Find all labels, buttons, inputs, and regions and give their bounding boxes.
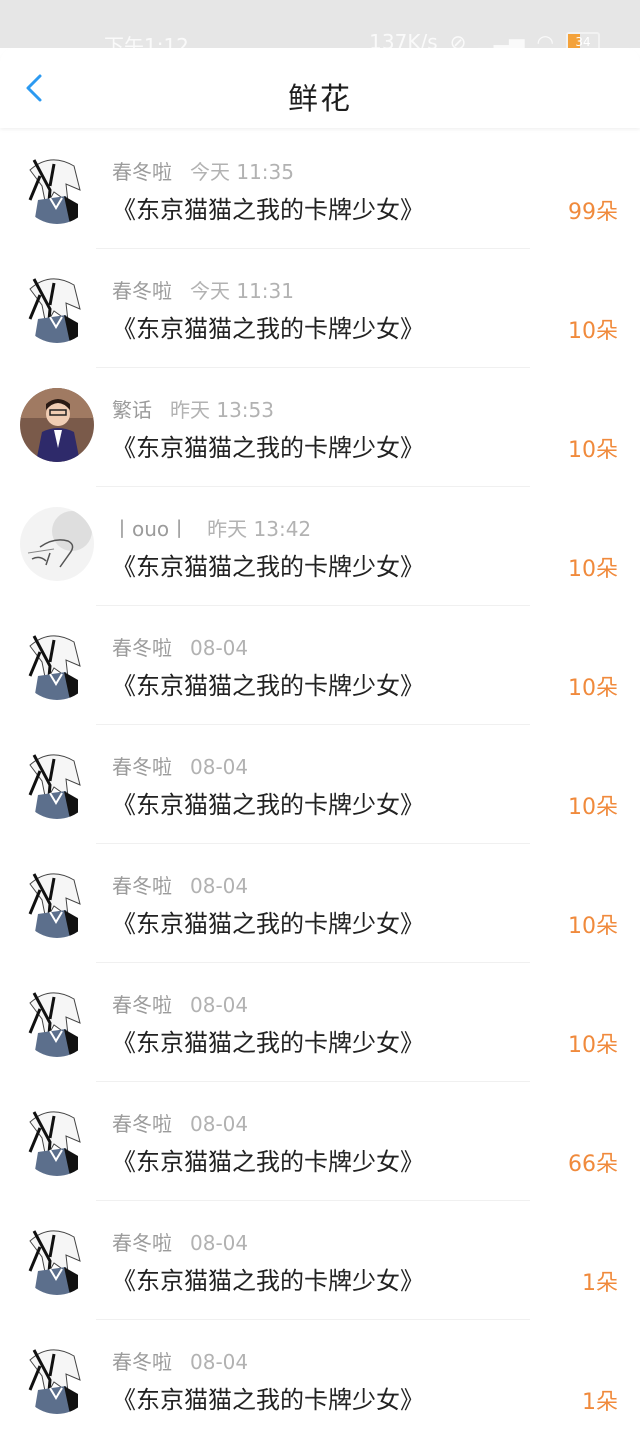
book-title: 《东京猫猫之我的卡牌少女》 [112, 553, 424, 581]
book-title: 《东京猫猫之我的卡牌少女》 [112, 1029, 424, 1057]
record-meta: 春冬啦 08-04 [112, 989, 248, 1018]
book-title: 《东京猫猫之我的卡牌少女》 [112, 1267, 424, 1295]
book-title: 《东京猫猫之我的卡牌少女》 [112, 1386, 424, 1414]
avatar[interactable] [20, 269, 94, 343]
user-name: 繁话 [112, 398, 152, 422]
record-meta: 春冬啦 08-04 [112, 632, 248, 661]
user-name: 春冬啦 [112, 279, 172, 303]
user-name: 春冬啦 [112, 874, 172, 898]
flower-amount: 1朵 [582, 1271, 618, 1296]
avatar[interactable] [20, 864, 94, 938]
user-name: 丨ouo丨 [112, 517, 190, 541]
record-meta: 春冬啦 08-04 [112, 1227, 248, 1256]
record-date: 今天 11:35 [190, 160, 294, 184]
record-date: 08-04 [190, 993, 249, 1017]
flower-amount: 10朵 [568, 676, 618, 701]
record-meta: 繁话 昨天 13:53 [112, 394, 274, 423]
list-item[interactable]: 春冬啦 08-04 《东京猫猫之我的卡牌少女》 10朵 [0, 606, 640, 725]
flower-record-list: 春冬啦 今天 11:35 《东京猫猫之我的卡牌少女》 99朵 春冬啦 今天 11:31 《东… [0, 130, 640, 1439]
book-title: 《东京猫猫之我的卡牌少女》 [112, 315, 424, 343]
anime-avatar-icon [20, 626, 94, 700]
record-meta: 丨ouo丨 昨天 13:42 [112, 513, 311, 542]
sketch-avatar-icon [20, 507, 94, 581]
flower-amount: 10朵 [568, 557, 618, 582]
record-date: 昨天 13:53 [170, 398, 274, 422]
record-date: 08-04 [190, 874, 249, 898]
book-title: 《东京猫猫之我的卡牌少女》 [112, 196, 424, 224]
list-item[interactable]: 春冬啦 今天 11:35 《东京猫猫之我的卡牌少女》 99朵 [0, 130, 640, 249]
status-bar: 下午1:12 137K/s ⊘ ▂▃▅ ◠ 34 [0, 0, 640, 58]
record-date: 08-04 [190, 1350, 249, 1374]
list-item[interactable]: 丨ouo丨 昨天 13:42 《东京猫猫之我的卡牌少女》 10朵 [0, 487, 640, 606]
flower-amount: 10朵 [568, 1033, 618, 1058]
user-name: 春冬啦 [112, 636, 172, 660]
list-item[interactable]: 春冬啦 08-04 《东京猫猫之我的卡牌少女》 10朵 [0, 963, 640, 1082]
flower-amount: 1朵 [582, 1390, 618, 1415]
avatar[interactable] [20, 626, 94, 700]
record-meta: 春冬啦 今天 11:31 [112, 275, 294, 304]
avatar[interactable] [20, 1102, 94, 1176]
book-title: 《东京猫猫之我的卡牌少女》 [112, 791, 424, 819]
book-title: 《东京猫猫之我的卡牌少女》 [112, 434, 424, 462]
record-date: 08-04 [190, 1231, 249, 1255]
record-meta: 春冬啦 今天 11:35 [112, 156, 294, 185]
book-title: 《东京猫猫之我的卡牌少女》 [112, 910, 424, 938]
anime-avatar-icon [20, 1102, 94, 1176]
avatar[interactable] [20, 1221, 94, 1295]
record-date: 08-04 [190, 755, 249, 779]
top-app-bar: 鲜花 [0, 48, 640, 128]
avatar[interactable] [20, 388, 94, 462]
avatar[interactable] [20, 1340, 94, 1414]
record-date: 昨天 13:42 [207, 517, 312, 541]
user-name: 春冬啦 [112, 993, 172, 1017]
avatar[interactable] [20, 150, 94, 224]
anime-avatar-icon [20, 864, 94, 938]
record-meta: 春冬啦 08-04 [112, 1346, 248, 1375]
avatar[interactable] [20, 983, 94, 1057]
flower-amount: 10朵 [568, 795, 618, 820]
flower-amount: 66朵 [568, 1152, 618, 1177]
book-title: 《东京猫猫之我的卡牌少女》 [112, 1148, 424, 1176]
record-meta: 春冬啦 08-04 [112, 1108, 248, 1137]
user-name: 春冬啦 [112, 1231, 172, 1255]
avatar[interactable] [20, 507, 94, 581]
flower-amount: 10朵 [568, 319, 618, 344]
list-item[interactable]: 春冬啦 08-04 《东京猫猫之我的卡牌少女》 66朵 [0, 1082, 640, 1201]
list-item[interactable]: 春冬啦 08-04 《东京猫猫之我的卡牌少女》 1朵 [0, 1320, 640, 1439]
record-date: 08-04 [190, 636, 249, 660]
record-meta: 春冬啦 08-04 [112, 751, 248, 780]
record-date: 08-04 [190, 1112, 249, 1136]
flower-amount: 10朵 [568, 914, 618, 939]
photo-avatar-icon [20, 388, 94, 462]
anime-avatar-icon [20, 1221, 94, 1295]
user-name: 春冬啦 [112, 160, 172, 184]
list-item[interactable]: 繁话 昨天 13:53 《东京猫猫之我的卡牌少女》 10朵 [0, 368, 640, 487]
list-item[interactable]: 春冬啦 今天 11:31 《东京猫猫之我的卡牌少女》 10朵 [0, 249, 640, 368]
anime-avatar-icon [20, 150, 94, 224]
anime-avatar-icon [20, 269, 94, 343]
anime-avatar-icon [20, 1340, 94, 1414]
avatar[interactable] [20, 745, 94, 819]
anime-avatar-icon [20, 983, 94, 1057]
list-item[interactable]: 春冬啦 08-04 《东京猫猫之我的卡牌少女》 1朵 [0, 1201, 640, 1320]
user-name: 春冬啦 [112, 1112, 172, 1136]
list-item[interactable]: 春冬啦 08-04 《东京猫猫之我的卡牌少女》 10朵 [0, 844, 640, 963]
user-name: 春冬啦 [112, 1350, 172, 1374]
record-meta: 春冬啦 08-04 [112, 870, 248, 899]
battery-level: 34 [575, 35, 591, 49]
flower-amount: 10朵 [568, 438, 618, 463]
flower-amount: 99朵 [568, 200, 618, 225]
user-name: 春冬啦 [112, 755, 172, 779]
book-title: 《东京猫猫之我的卡牌少女》 [112, 672, 424, 700]
record-date: 今天 11:31 [190, 279, 294, 303]
anime-avatar-icon [20, 745, 94, 819]
page-title: 鲜花 [288, 82, 352, 117]
list-item[interactable]: 春冬啦 08-04 《东京猫猫之我的卡牌少女》 10朵 [0, 725, 640, 844]
